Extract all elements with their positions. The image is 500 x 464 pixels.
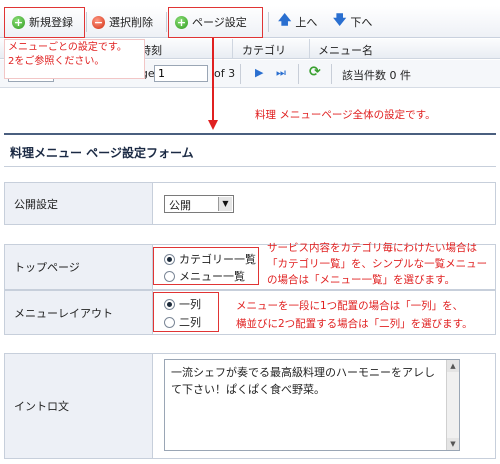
intro-textarea[interactable]: 一流シェフが奏でる最高級料理のハーモニーをアレして下さい！ぱくぱく食べ野菜。 ▲… <box>164 359 460 451</box>
pager-separator <box>240 64 241 84</box>
annotation-arrow-icon <box>208 38 218 130</box>
delete-selected-button[interactable]: − 選択削除 <box>92 11 153 33</box>
toppage-note-3: の場合は「メニュー一覧」を選びます。 <box>267 274 455 286</box>
publish-select[interactable]: 公開 ▼ <box>164 195 234 213</box>
screen: + 新規登録 − 選択削除 + ページ設定 🡅 上へ 🡇 下へ 時刻 カテゴリ … <box>0 0 500 464</box>
intro-label: イントロ文 <box>5 354 153 458</box>
callout-text-1: メニューごとの設定です。 <box>8 42 127 53</box>
highlight-box <box>168 7 263 38</box>
toolbar-separator <box>166 12 167 32</box>
page-settings-note: 料理 メニューページ全体の設定です。 <box>255 109 436 121</box>
layout-note-1: メニューを一段に1つ配置の場合は「一列」を、 <box>236 300 464 312</box>
layout-note: メニューを一段に1つ配置の場合は「一列」を、 横並びに2つ配置する場合は「二列」… <box>236 297 473 333</box>
highlight-box <box>153 247 259 285</box>
column-divider <box>309 39 310 59</box>
intro-text: 一流シェフが奏でる最高級料理のハーモニーをアレして下さい！ぱくぱく食べ野菜。 <box>171 366 435 396</box>
toppage-note-2: 「カテゴリ一覧」を、シンプルな一覧メニュー <box>267 258 488 270</box>
annotation-callout: メニューごとの設定です。 2をご参照ください。 <box>4 39 145 79</box>
move-up-label: 上へ <box>295 16 318 29</box>
textarea-scrollbar[interactable]: ▲ ▼ <box>446 360 459 450</box>
arrow-up-icon: 🡅 <box>278 13 292 28</box>
pager-separator <box>298 64 299 84</box>
layout-label: メニューレイアウト <box>5 291 153 334</box>
page-number-input[interactable] <box>154 65 208 82</box>
toolbar-separator <box>268 12 269 32</box>
toppage-note-1: サービス内容をカテゴリ毎にわけたい場合は <box>267 242 477 254</box>
toolbar-separator <box>86 12 87 32</box>
column-header-menu-name[interactable]: メニュー名 <box>318 42 373 58</box>
move-down-label: 下へ <box>350 16 373 29</box>
layout-note-2: 横並びに2つ配置する場合は「二列」を選びます。 <box>236 318 473 330</box>
publish-row: 公開設定 <box>4 182 496 225</box>
scroll-up-icon[interactable]: ▲ <box>447 360 459 372</box>
scroll-down-icon[interactable]: ▼ <box>447 438 459 450</box>
column-divider <box>232 39 233 59</box>
move-down-button[interactable]: 🡇 下へ <box>333 11 372 33</box>
dropdown-arrow-icon: ▼ <box>218 197 232 211</box>
callout-text-2: 2をご参照ください。 <box>8 56 105 67</box>
hit-count: 該当件数 0 件 <box>342 69 411 82</box>
refresh-icon[interactable]: ⟳ <box>309 64 321 80</box>
last-page-icon[interactable]: ⏭ <box>276 66 286 80</box>
publish-label: 公開設定 <box>5 183 153 224</box>
toppage-label: トップページ <box>5 245 153 289</box>
highlight-box <box>153 292 219 332</box>
delete-button-label: 選択削除 <box>109 16 153 29</box>
minus-icon: − <box>92 15 105 29</box>
form-title: 料理メニュー ページ設定フォーム <box>4 133 496 167</box>
publish-select-value: 公開 <box>169 199 191 212</box>
next-page-icon[interactable]: ▶ <box>255 66 263 79</box>
column-header-category[interactable]: カテゴリ <box>242 42 286 58</box>
toppage-note: サービス内容をカテゴリ毎にわけたい場合は 「カテゴリ一覧」を、シンプルな一覧メニ… <box>267 240 487 288</box>
highlight-box <box>4 7 85 38</box>
pager-separator <box>331 64 332 84</box>
arrow-down-icon: 🡇 <box>333 13 347 28</box>
move-up-button[interactable]: 🡅 上へ <box>278 11 317 33</box>
